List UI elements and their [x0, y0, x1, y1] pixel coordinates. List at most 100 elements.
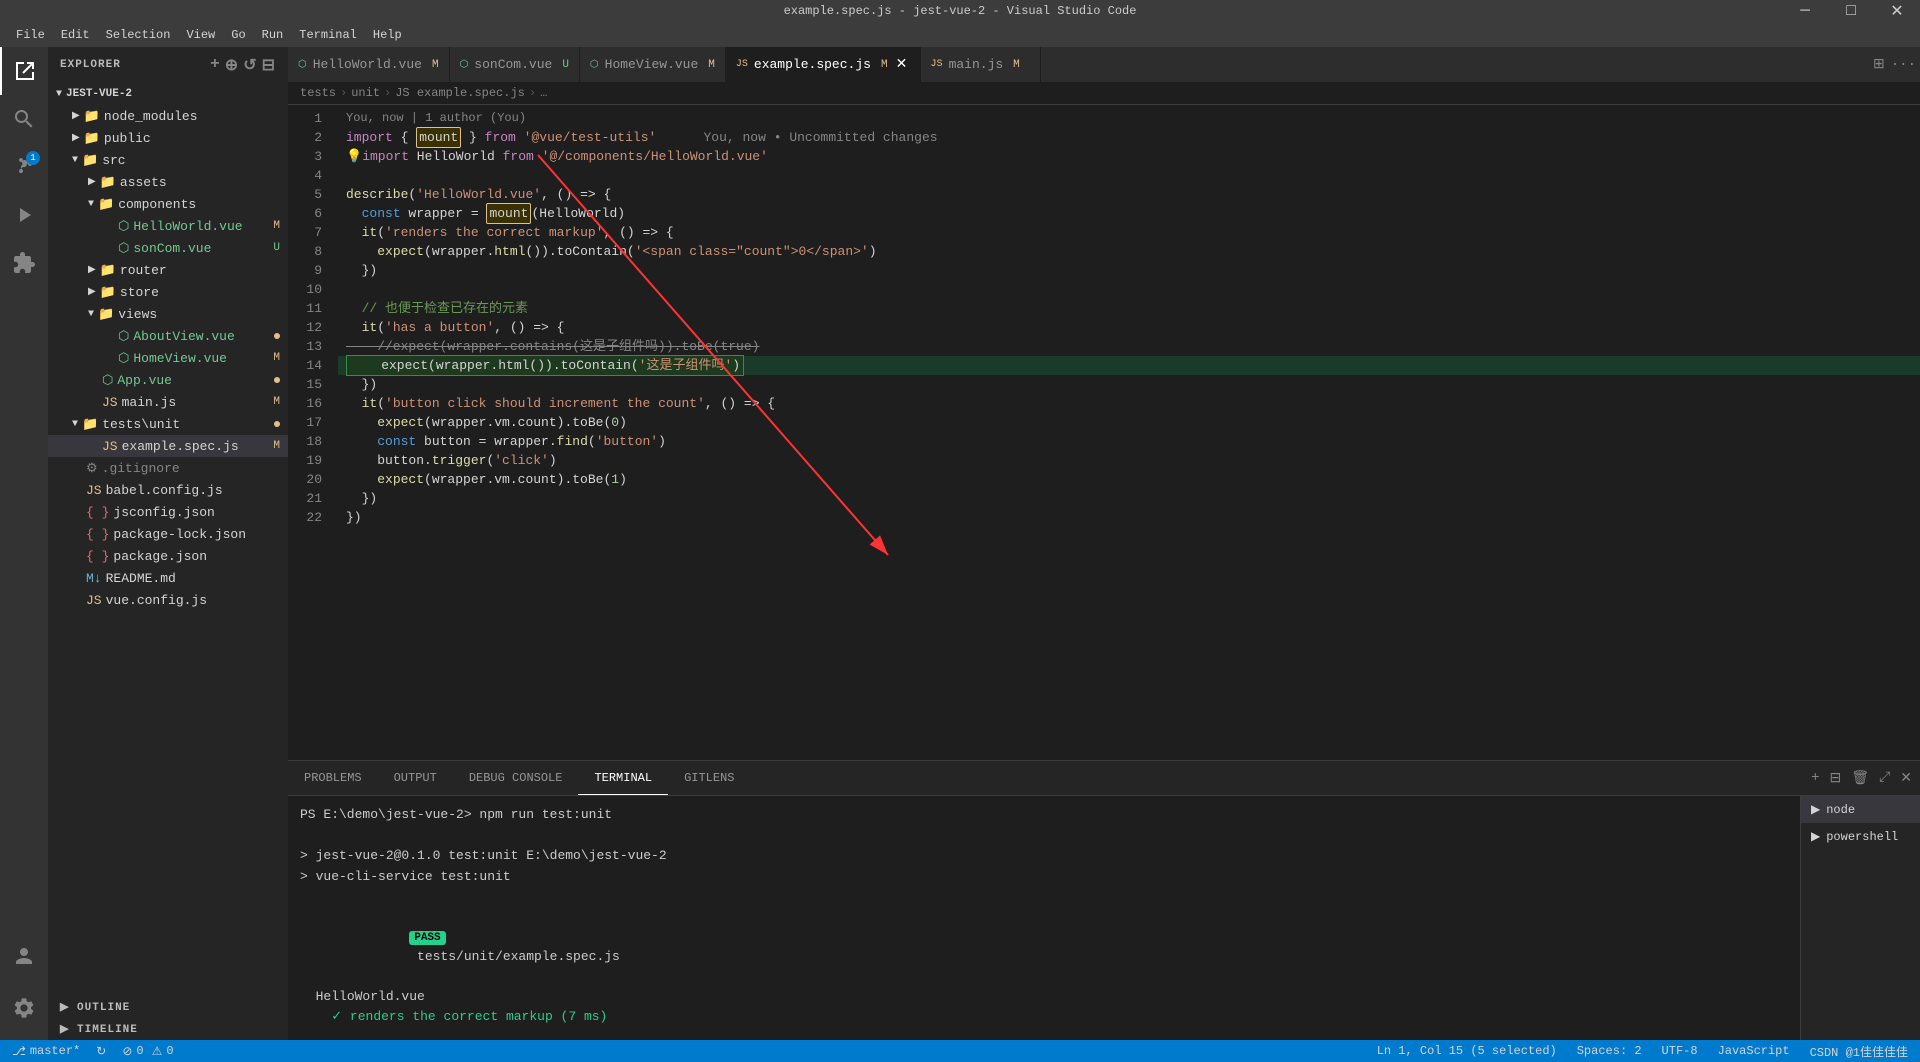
panel-tab-output[interactable]: OUTPUT	[378, 761, 453, 795]
tree-package-lock[interactable]: { } package-lock.json	[48, 523, 288, 545]
code-line-16[interactable]: expect (wrapper.vm.count).toBe( 0 )	[338, 413, 1920, 432]
terminal-node[interactable]: ▶ node	[1801, 796, 1920, 823]
activity-run[interactable]	[0, 191, 48, 239]
activity-settings[interactable]	[0, 984, 48, 1032]
code-line-1[interactable]: import { mount } from '@vue/test-utils' …	[338, 128, 1920, 147]
code-line-14[interactable]: })	[338, 375, 1920, 394]
menu-edit[interactable]: Edit	[53, 26, 98, 44]
cursor-position[interactable]: Ln 1, Col 15 (5 selected)	[1373, 1044, 1561, 1058]
refresh-icon[interactable]: ↺	[243, 55, 257, 75]
close-button[interactable]: ✕	[1874, 0, 1920, 22]
activity-extensions[interactable]	[0, 239, 48, 287]
new-file-icon[interactable]: +	[210, 55, 221, 75]
split-terminal-icon[interactable]: ⊟	[1830, 770, 1842, 787]
code-line-11[interactable]: it ( 'has a button' , () => {	[338, 318, 1920, 337]
split-editor-icon[interactable]: ⊞	[1873, 56, 1885, 73]
tree-package-json[interactable]: { } package.json	[48, 545, 288, 567]
code-line-3[interactable]	[338, 166, 1920, 185]
menu-file[interactable]: File	[8, 26, 53, 44]
timeline-header[interactable]: ▶ TIMELINE	[48, 1018, 288, 1040]
tree-gitignore[interactable]: ⚙ .gitignore	[48, 457, 288, 479]
code-line-8[interactable]: })	[338, 261, 1920, 280]
activity-source-control[interactable]: 1	[0, 143, 48, 191]
tree-root[interactable]: ▼ JEST-VUE-2	[48, 83, 288, 105]
menu-selection[interactable]: Selection	[98, 26, 179, 44]
terminal-output[interactable]: PS E:\demo\jest-vue-2> npm run test:unit…	[288, 796, 1800, 1040]
tree-router[interactable]: ▶ 📁 router	[48, 259, 288, 281]
code-line-22[interactable]	[338, 527, 1920, 546]
code-line-19[interactable]: expect (wrapper.vm.count).toBe( 1 )	[338, 470, 1920, 489]
tree-public[interactable]: ▶ 📁 public	[48, 127, 288, 149]
close-panel-icon[interactable]: ✕	[1900, 770, 1912, 787]
collapse-all-icon[interactable]: ⊟	[262, 55, 276, 75]
code-line-10[interactable]: // 也便于检查已存在的元素	[338, 299, 1920, 318]
code-line-4[interactable]: describe ( 'HelloWorld.vue' , () => {	[338, 185, 1920, 204]
code-line-20[interactable]: })	[338, 489, 1920, 508]
maximize-panel-icon[interactable]: ⤢	[1879, 770, 1890, 786]
tree-jsconfig[interactable]: { } jsconfig.json	[48, 501, 288, 523]
tab-close-button[interactable]: ✕	[894, 57, 910, 73]
breadcrumb-file[interactable]: JS example.spec.js	[395, 86, 525, 100]
activity-explorer[interactable]	[0, 47, 48, 95]
code-line-21[interactable]: })	[338, 508, 1920, 527]
add-terminal-icon[interactable]: +	[1811, 770, 1819, 786]
menu-terminal[interactable]: Terminal	[291, 26, 365, 44]
code-line-5[interactable]: const wrapper = mount (HelloWorld)	[338, 204, 1920, 223]
git-branch-status[interactable]: ⎇ master*	[8, 1044, 84, 1059]
panel-tab-problems[interactable]: PROBLEMS	[288, 761, 378, 795]
csdn-link[interactable]: CSDN @1佳佳佳佳	[1806, 1043, 1912, 1060]
activity-account[interactable]	[0, 932, 48, 980]
tree-readme[interactable]: M↓ README.md	[48, 567, 288, 589]
code-line-18[interactable]: button. trigger ( 'click' )	[338, 451, 1920, 470]
code-content[interactable]: You, now | 1 author (You) import { mount…	[338, 105, 1920, 760]
indentation-status[interactable]: Spaces: 2	[1573, 1044, 1646, 1058]
tree-soncom-vue[interactable]: ⬡ sonCom.vue U	[48, 237, 288, 259]
maximize-button[interactable]: □	[1828, 0, 1874, 22]
code-line-12[interactable]: //expect(wrapper.contains(这是子组件吗)).toBe(…	[338, 337, 1920, 356]
minimize-button[interactable]: ─	[1782, 0, 1828, 22]
tab-helloworld[interactable]: ⬡ HelloWorld.vue M	[288, 47, 450, 82]
code-line-6[interactable]: it ( 'renders the correct markup' , () =…	[338, 223, 1920, 242]
tab-example-spec[interactable]: JS example.spec.js M ✕	[726, 47, 921, 82]
code-line-13[interactable]: expect(wrapper.html()).toContain('这是子组件吗…	[338, 356, 1920, 375]
tree-assets[interactable]: ▶ 📁 assets	[48, 171, 288, 193]
panel-tab-debug[interactable]: DEBUG CONSOLE	[453, 761, 579, 795]
tab-main-js[interactable]: JS main.js M	[921, 47, 1041, 82]
tree-src[interactable]: ▼ 📁 src	[48, 149, 288, 171]
outline-header[interactable]: ▶ OUTLINE	[48, 996, 288, 1018]
tab-homeview[interactable]: ⬡ HomeView.vue M	[580, 47, 726, 82]
breadcrumb-tests[interactable]: tests	[300, 86, 336, 100]
new-folder-icon[interactable]: ⊕	[225, 55, 239, 75]
sync-status[interactable]: ↻	[92, 1044, 110, 1059]
code-line-9[interactable]	[338, 280, 1920, 299]
tree-components[interactable]: ▼ 📁 components	[48, 193, 288, 215]
language-status[interactable]: JavaScript	[1714, 1044, 1794, 1058]
breadcrumb-unit[interactable]: unit	[351, 86, 380, 100]
activity-search[interactable]	[0, 95, 48, 143]
menu-run[interactable]: Run	[254, 26, 292, 44]
menu-go[interactable]: Go	[223, 26, 253, 44]
terminal-powershell[interactable]: ▶ powershell	[1801, 823, 1920, 850]
tree-babel-config[interactable]: JS babel.config.js	[48, 479, 288, 501]
code-line-17[interactable]: const button = wrapper. find ( 'button' …	[338, 432, 1920, 451]
tree-vue-config[interactable]: JS vue.config.js	[48, 589, 288, 611]
code-line-2[interactable]: 💡 import HelloWorld from '@/components/H…	[338, 147, 1920, 166]
code-line-15[interactable]: it ( 'button click should increment the …	[338, 394, 1920, 413]
encoding-status[interactable]: UTF-8	[1658, 1044, 1702, 1058]
tree-aboutview-vue[interactable]: ⬡ AboutView.vue	[48, 325, 288, 347]
tree-app-vue[interactable]: ⬡ App.vue	[48, 369, 288, 391]
code-line-7[interactable]: expect (wrapper. html ()).toContain( '<s…	[338, 242, 1920, 261]
tree-helloworld-vue[interactable]: ⬡ HelloWorld.vue M	[48, 215, 288, 237]
panel-tab-gitlens[interactable]: GITLENS	[668, 761, 750, 795]
more-actions-icon[interactable]: ···	[1891, 57, 1916, 73]
tree-views[interactable]: ▼ 📁 views	[48, 303, 288, 325]
tree-node-modules[interactable]: ▶ 📁 node_modules	[48, 105, 288, 127]
tree-main-js[interactable]: JS main.js M	[48, 391, 288, 413]
kill-terminal-icon[interactable]: 🗑	[1851, 770, 1869, 787]
panel-tab-terminal[interactable]: TERMINAL	[578, 761, 668, 795]
breadcrumb-symbol[interactable]: …	[540, 86, 547, 100]
tree-store[interactable]: ▶ 📁 store	[48, 281, 288, 303]
menu-view[interactable]: View	[178, 26, 223, 44]
errors-status[interactable]: ⊘ 0 ⚠ 0	[118, 1044, 177, 1059]
tree-homeview-vue[interactable]: ⬡ HomeView.vue M	[48, 347, 288, 369]
